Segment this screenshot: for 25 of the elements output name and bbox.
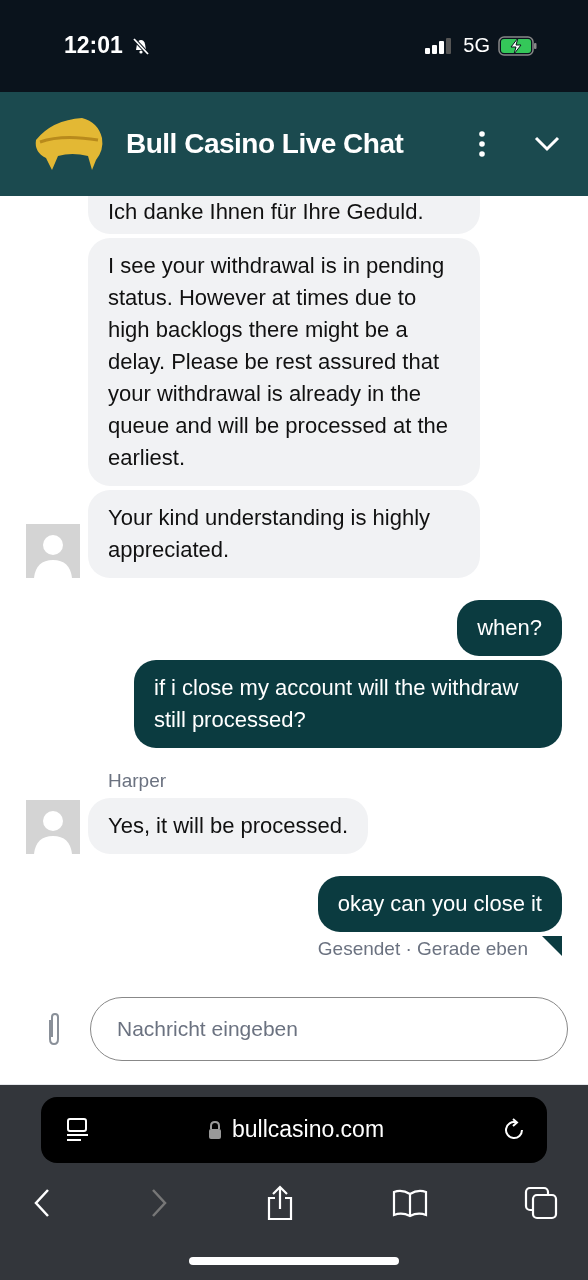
clock-time: 12:01	[64, 32, 123, 60]
tabs-icon[interactable]	[524, 1185, 558, 1220]
agent-message: Your kind understanding is highly appreciated.	[88, 490, 480, 579]
network-label: 5G	[463, 34, 490, 58]
agent-message: Yes, it will be processed.	[88, 798, 369, 855]
lock-icon	[207, 1120, 222, 1139]
share-icon[interactable]	[265, 1184, 295, 1221]
bubble-tail-icon	[542, 936, 562, 957]
book-icon[interactable]	[391, 1187, 428, 1218]
user-message: okay can you close it	[317, 876, 562, 933]
signal-icon	[425, 37, 452, 54]
sender-name: Harper	[108, 770, 168, 793]
url-text: bullcasino.com	[231, 1116, 385, 1144]
back-icon[interactable]	[32, 1187, 52, 1218]
user-message: if i close my account will the withdraw still processed?	[134, 660, 562, 749]
user-message: when?	[457, 600, 562, 657]
avatar-icon	[26, 524, 80, 579]
agent-message: Ich danke Ihnen für Ihre Geduld.	[88, 196, 480, 235]
avatar-icon	[26, 800, 80, 855]
reader-icon[interactable]	[65, 1116, 91, 1143]
delivery-status: Gesendet · Gerade eben	[317, 938, 528, 961]
message-input[interactable]: Nachricht eingeben	[90, 996, 568, 1061]
address-bar[interactable]: bullcasino.com	[41, 1096, 547, 1163]
agent-message: I see your withdrawal is in pending status. However at times due to high backlogs there might be a delay. Please be rest assured that your withdrawal is already in the queue and will be processed at the earliest.	[88, 238, 480, 487]
chat-title: Bull Casino Live Chat	[126, 127, 404, 160]
